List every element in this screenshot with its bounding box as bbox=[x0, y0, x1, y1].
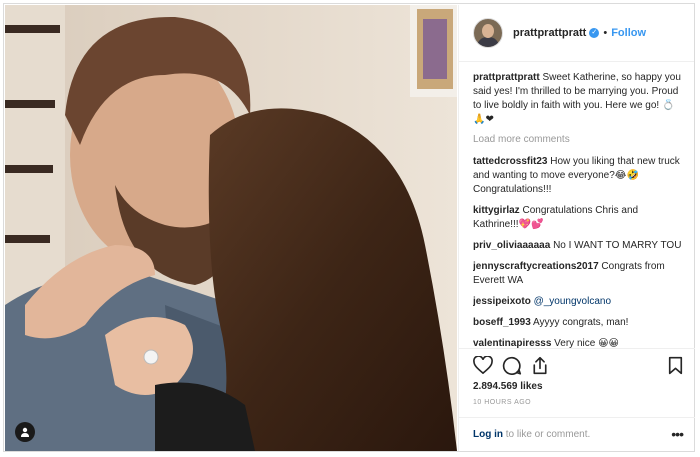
login-suffix-text: to like or comment. bbox=[503, 429, 591, 440]
separator-dot: • bbox=[603, 27, 608, 39]
post-photo[interactable] bbox=[5, 5, 457, 451]
comment-text: Ayyyy congrats, man! bbox=[533, 317, 629, 328]
comment-username[interactable]: jennyscraftycreations2017 bbox=[473, 261, 599, 272]
comment-item: jennyscraftycreations2017 Congrats from … bbox=[473, 260, 683, 288]
load-more-comments-link[interactable]: Load more comments bbox=[473, 133, 683, 147]
comment-item: boseff_1993 Ayyyy congrats, man! bbox=[473, 316, 683, 330]
caption-username[interactable]: prattprattpratt bbox=[473, 72, 540, 83]
person-glyph bbox=[21, 427, 29, 437]
header-username[interactable]: prattprattpratt bbox=[513, 27, 586, 39]
caption: prattprattpratt Sweet Katherine, so happ… bbox=[473, 71, 683, 127]
comment-username[interactable]: priv_oliviaaaaaa bbox=[473, 240, 550, 251]
more-options-icon[interactable]: ••• bbox=[671, 426, 684, 442]
post-timestamp: 10 HOURS AGO bbox=[473, 399, 532, 406]
comment-item: kittygirlaz Congratulations Chris and Ka… bbox=[473, 204, 683, 232]
share-icon[interactable] bbox=[531, 356, 549, 380]
comment-username[interactable]: boseff_1993 bbox=[473, 317, 531, 328]
comment-username[interactable]: jessipeixoto bbox=[473, 296, 531, 307]
action-bar bbox=[459, 348, 695, 378]
comments-list[interactable]: prattprattpratt Sweet Katherine, so happ… bbox=[473, 71, 683, 351]
comment-item: priv_oliviaaaaaa No I WANT TO MARRY TOU bbox=[473, 239, 683, 253]
comment-username[interactable]: tattedcrossfit23 bbox=[473, 156, 547, 167]
post-container: prattprattpratt ✓ • Follow prattprattpra… bbox=[3, 3, 695, 452]
comment-item: jessipeixoto @_youngvolcano bbox=[473, 295, 683, 309]
couple-photo-illustration bbox=[5, 5, 457, 451]
heart-icon[interactable] bbox=[473, 355, 493, 379]
person-icon[interactable] bbox=[15, 422, 35, 442]
comment-mention-link[interactable]: @_youngvolcano bbox=[534, 296, 611, 307]
login-footer: Log in to like or comment. ••• bbox=[459, 417, 695, 451]
comment-text: No I WANT TO MARRY TOU bbox=[553, 240, 682, 251]
comment-bubble-icon[interactable] bbox=[502, 356, 522, 380]
likes-count[interactable]: 2.894.569 likes bbox=[473, 381, 543, 392]
avatar[interactable] bbox=[473, 18, 503, 48]
bookmark-icon[interactable] bbox=[668, 356, 683, 380]
verified-check-icon: ✓ bbox=[589, 28, 600, 38]
comment-item: tattedcrossfit23 How you liking that new… bbox=[473, 155, 683, 197]
post-side-panel: prattprattpratt ✓ • Follow prattprattpra… bbox=[458, 5, 695, 451]
follow-button[interactable]: Follow bbox=[611, 27, 646, 39]
login-prompt: Log in to like or comment. bbox=[473, 429, 590, 440]
login-link[interactable]: Log in bbox=[473, 429, 503, 440]
comment-username[interactable]: kittygirlaz bbox=[473, 205, 520, 216]
post-header: prattprattpratt ✓ • Follow bbox=[459, 5, 694, 62]
